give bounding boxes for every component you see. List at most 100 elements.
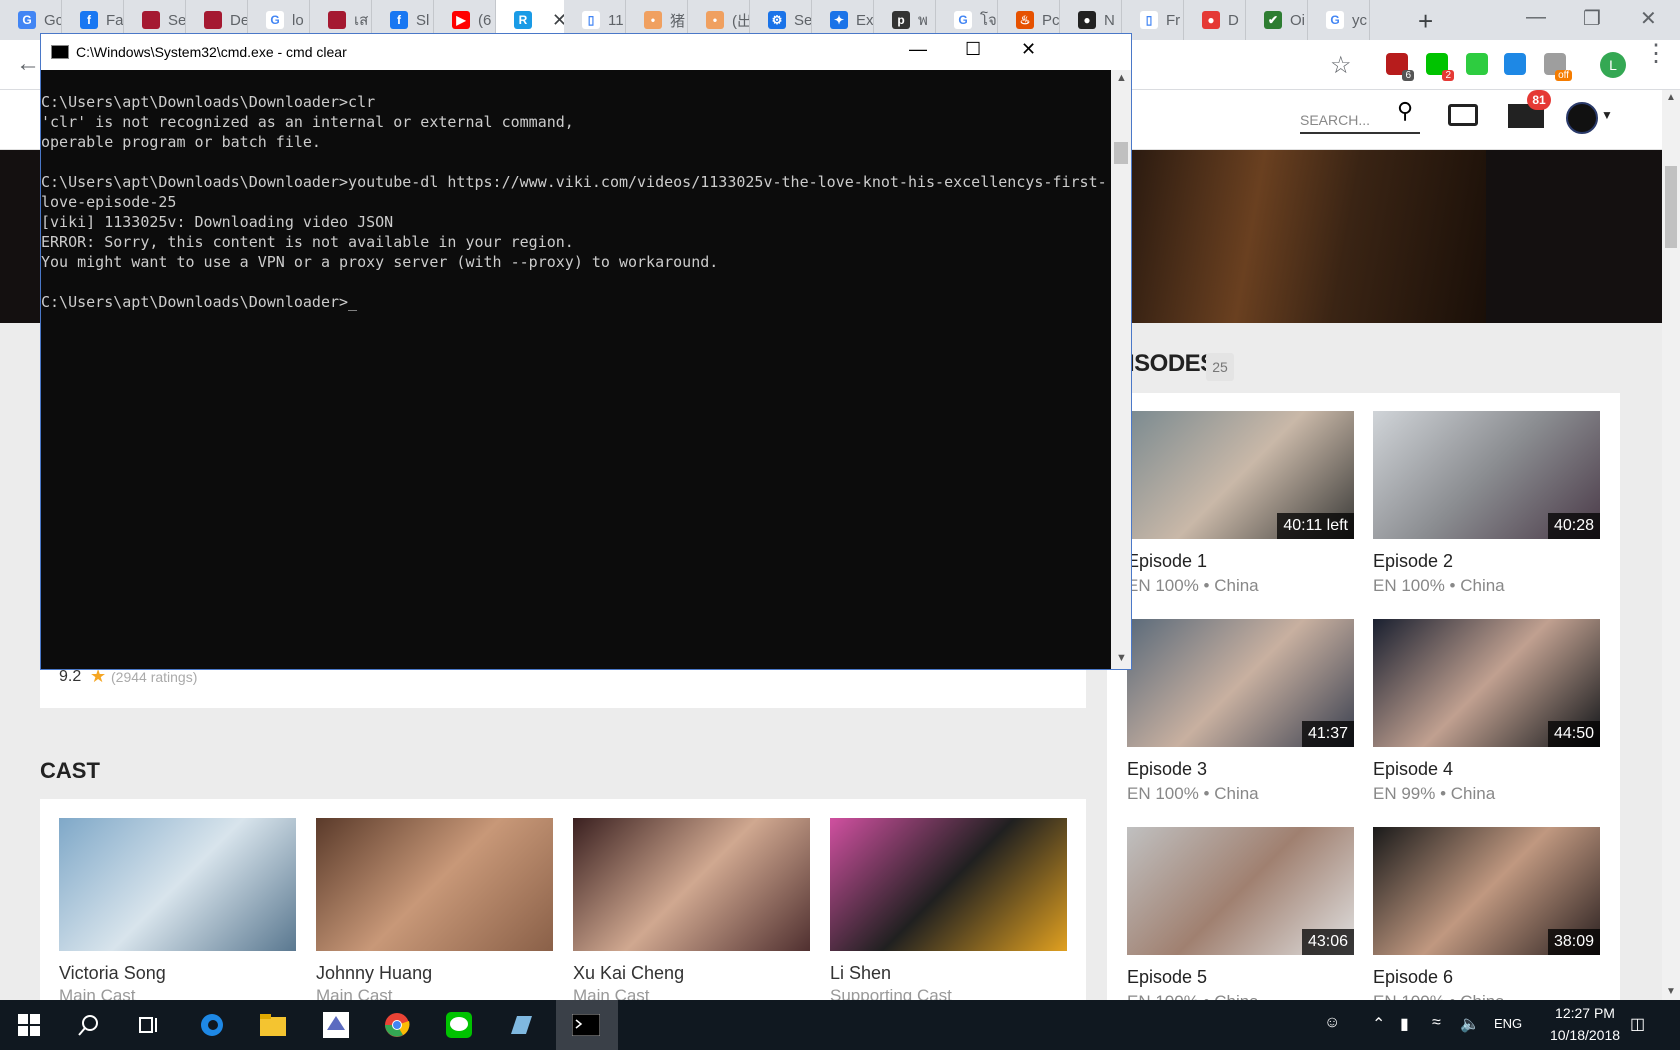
- windows-start-icon[interactable]: [14, 1010, 44, 1040]
- cast-role: Supporting Cast: [830, 986, 952, 1000]
- cmd-minimize-icon[interactable]: —: [909, 39, 927, 60]
- cast-role: Main Cast: [59, 986, 136, 1000]
- cast-card[interactable]: Xu Kai Cheng Main Cast: [573, 818, 810, 1000]
- episodes-list: 40:11 left Episode 1 EN 100% • China 40:28 E…: [1107, 393, 1620, 1000]
- cast-role: Main Cast: [316, 986, 393, 1000]
- cmd-titlebar[interactable]: C:\Windows\System32\cmd.exe - cmd clear …: [41, 34, 1131, 70]
- tab-favicon-icon: ✔: [1264, 11, 1282, 29]
- menu-dots-icon[interactable]: ⋮: [1644, 42, 1668, 66]
- cast-name[interactable]: Xu Kai Cheng: [573, 963, 810, 984]
- edge-icon[interactable]: [197, 1010, 227, 1040]
- tab-favicon-icon: [328, 11, 346, 29]
- chevron-up-icon[interactable]: ⌃: [1372, 1014, 1385, 1034]
- episode-thumbnail[interactable]: 43:06: [1127, 827, 1354, 955]
- cmd-line: [viki] 1133025v: Downloading video JSON: [41, 213, 394, 231]
- episode-meta: EN 100% • China: [1127, 784, 1259, 803]
- cast-name[interactable]: Victoria Song: [59, 963, 296, 984]
- file-explorer-icon[interactable]: [258, 1010, 288, 1040]
- cmd-output[interactable]: C:\Users\apt\Downloads\Downloader>clr 'cl…: [41, 70, 1111, 669]
- close-icon[interactable]: ✕: [1640, 6, 1657, 31]
- cast-card[interactable]: Li Shen Supporting Cast: [830, 818, 1067, 1000]
- episode-title[interactable]: Episode 5: [1127, 967, 1354, 988]
- cmd-maximize-icon[interactable]: ☐: [965, 39, 981, 60]
- cmd-scrollbar-thumb[interactable]: [1114, 142, 1128, 164]
- episode-card[interactable]: 40:11 left Episode 1 EN 100% • China: [1127, 411, 1354, 596]
- episode-card[interactable]: 40:28 Episode 2 EN 100% • China: [1373, 411, 1600, 596]
- browser-tab[interactable]: ● D: [1184, 0, 1246, 40]
- cmd-scrollbar[interactable]: ▲ ▼: [1111, 70, 1131, 669]
- episode-card[interactable]: 43:06 Episode 5 EN 100% • China: [1127, 827, 1354, 1000]
- chrome-icon[interactable]: [382, 1010, 412, 1040]
- episode-title[interactable]: Episode 2: [1373, 551, 1600, 572]
- cast-photo[interactable]: [59, 818, 296, 951]
- ext-download-green-icon[interactable]: [1466, 53, 1488, 75]
- cast-photo[interactable]: [573, 818, 810, 951]
- episode-thumbnail[interactable]: 40:11 left: [1127, 411, 1354, 539]
- episode-thumbnail[interactable]: 40:28: [1373, 411, 1600, 539]
- task-view-icon[interactable]: [134, 1010, 164, 1040]
- cast-name[interactable]: Johnny Huang: [316, 963, 553, 984]
- episode-card[interactable]: 44:50 Episode 4 EN 99% • China: [1373, 619, 1600, 804]
- user-avatar[interactable]: [1566, 102, 1598, 134]
- chevron-down-icon[interactable]: ▼: [1601, 108, 1613, 122]
- back-arrow-icon[interactable]: ←: [16, 50, 40, 78]
- episode-thumbnail[interactable]: 41:37: [1127, 619, 1354, 747]
- episode-title[interactable]: Episode 1: [1127, 551, 1354, 572]
- tab-favicon-icon: R: [514, 11, 532, 29]
- cast-photo[interactable]: [830, 818, 1067, 951]
- cast-heading: CAST: [40, 758, 100, 783]
- cast-photo[interactable]: [316, 818, 553, 951]
- episode-card[interactable]: 41:37 Episode 3 EN 100% • China: [1127, 619, 1354, 804]
- clock-date[interactable]: 10/18/2018: [1540, 1027, 1630, 1043]
- scroll-down-icon[interactable]: ▼: [1666, 986, 1676, 997]
- line-app-icon[interactable]: [444, 1010, 474, 1040]
- ext-line-icon[interactable]: 2: [1426, 53, 1454, 81]
- ext-off-icon[interactable]: off: [1544, 53, 1572, 81]
- action-center-icon[interactable]: ◫: [1630, 1014, 1645, 1034]
- cmd-close-icon[interactable]: ✕: [1021, 39, 1036, 60]
- language-indicator[interactable]: ENG: [1494, 1016, 1522, 1031]
- clock-time[interactable]: 12:27 PM: [1540, 1005, 1630, 1021]
- episode-thumbnail[interactable]: 44:50: [1373, 619, 1600, 747]
- video-library-icon[interactable]: [1448, 104, 1478, 126]
- people-icon[interactable]: ☺: [1324, 1014, 1340, 1032]
- cast-name[interactable]: Li Shen: [830, 963, 1067, 984]
- scroll-up-icon[interactable]: ▲: [1666, 92, 1676, 103]
- browser-tab[interactable]: ✔ Oi: [1246, 0, 1308, 40]
- episode-thumbnail[interactable]: 38:09: [1373, 827, 1600, 955]
- bookmark-star-icon[interactable]: ☆: [1330, 51, 1352, 80]
- scrollbar-thumb[interactable]: [1665, 166, 1677, 248]
- episode-title[interactable]: Episode 3: [1127, 759, 1354, 780]
- profile-avatar[interactable]: L: [1600, 52, 1626, 78]
- cast-card[interactable]: Johnny Huang Main Cast: [316, 818, 553, 1000]
- tab-close-icon[interactable]: ✕: [552, 10, 564, 31]
- tab-favicon-icon: [142, 11, 160, 29]
- ext-1-icon[interactable]: 6: [1386, 53, 1414, 81]
- terminal-taskbar-icon[interactable]: [571, 1010, 601, 1040]
- search-icon[interactable]: ⚲: [1397, 98, 1413, 124]
- cmd-window[interactable]: C:\Windows\System32\cmd.exe - cmd clear …: [40, 33, 1132, 670]
- cmd-line: [41, 272, 1111, 292]
- episode-card[interactable]: 38:09 Episode 6 EN 100% • China: [1373, 827, 1600, 1000]
- minimize-icon[interactable]: —: [1526, 6, 1546, 29]
- wifi-icon[interactable]: ≈: [1432, 1014, 1441, 1032]
- ext-download-blue-icon[interactable]: [1504, 53, 1526, 75]
- episode-title[interactable]: Episode 4: [1373, 759, 1600, 780]
- tab-favicon-icon: G: [18, 11, 36, 29]
- tab-favicon-icon: ▶: [452, 11, 470, 29]
- battery-icon[interactable]: ▮: [1400, 1014, 1409, 1034]
- cast-card[interactable]: Victoria Song Main Cast: [59, 818, 296, 1000]
- cmd-scroll-down-icon[interactable]: ▼: [1116, 652, 1127, 664]
- restore-icon[interactable]: ❐: [1583, 6, 1601, 31]
- episode-title[interactable]: Episode 6: [1373, 967, 1600, 988]
- extension-badge: off: [1555, 70, 1572, 81]
- volume-icon[interactable]: 🔈: [1460, 1014, 1480, 1034]
- cmd-scroll-up-icon[interactable]: ▲: [1116, 72, 1127, 84]
- browser-tab[interactable]: Gyc: [1308, 0, 1370, 40]
- mail-app-icon[interactable]: [321, 1010, 351, 1040]
- new-tab-button[interactable]: +: [1418, 6, 1433, 37]
- notepad-icon[interactable]: [506, 1010, 536, 1040]
- search-icon[interactable]: [74, 1010, 104, 1040]
- tab-favicon-icon: ▯: [1140, 11, 1158, 29]
- page-scrollbar[interactable]: ▲ ▼: [1662, 90, 1680, 1000]
